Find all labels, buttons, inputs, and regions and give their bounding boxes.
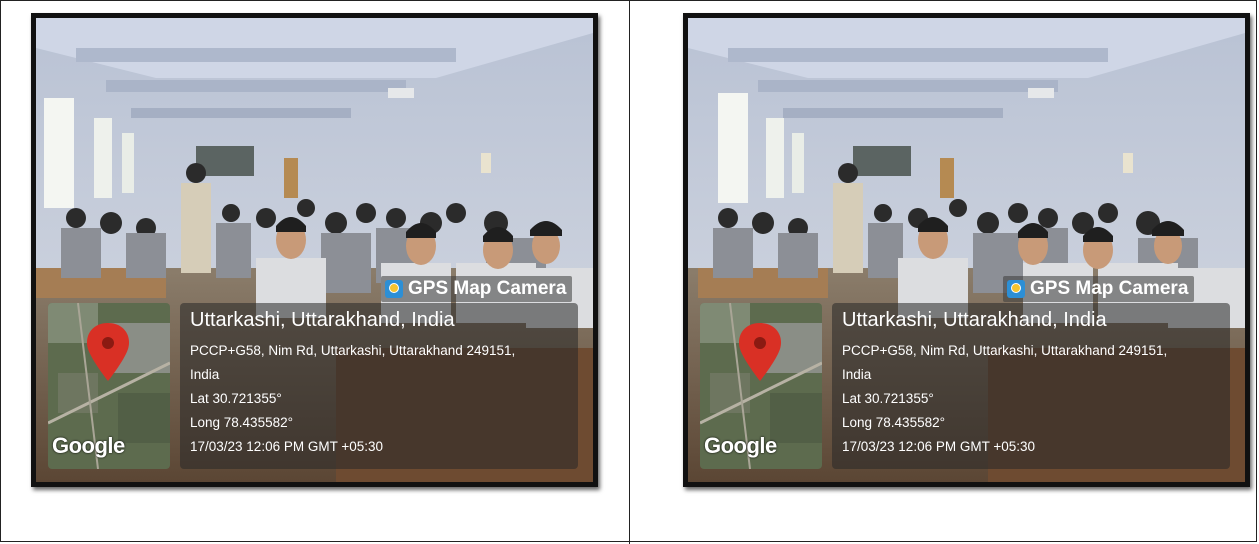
app-label-text: GPS Map Camera [408, 278, 567, 299]
location-title: Uttarkashi, Uttarakhand, India [842, 309, 1107, 331]
gps-map-camera-label: GPS Map Camera [381, 276, 573, 302]
satellite-map-thumbnail: Google [700, 303, 822, 469]
classroom-photo-2: GPS Map Camera Google Uttarkashi, Uttara… [683, 13, 1250, 487]
location-title: Uttarkashi, Uttarakhand, India [190, 309, 455, 331]
address-line-2: India [842, 367, 872, 382]
gps-map-camera-icon [1007, 280, 1025, 298]
timestamp-text: 17/03/23 12:06 PM GMT +05:30 [190, 439, 384, 454]
timestamp-text: 17/03/23 12:06 PM GMT +05:30 [842, 439, 1036, 454]
longitude-text: Long 78.435582° [842, 415, 945, 430]
address-line-2: India [190, 367, 220, 382]
latitude-text: Lat 30.721355° [842, 391, 934, 406]
longitude-text: Long 78.435582° [190, 415, 293, 430]
google-watermark: Google [704, 433, 777, 458]
app-label-text: GPS Map Camera [1030, 278, 1189, 299]
classroom-photo-1: GPS Map Camera Google Uttarkashi, Uttara… [31, 13, 598, 487]
address-line-1: PCCP+G58, Nim Rd, Uttarkashi, Uttarakhan… [842, 343, 1168, 358]
gps-map-camera-label: GPS Map Camera [1003, 276, 1195, 302]
address-line-1: PCCP+G58, Nim Rd, Uttarkashi, Uttarakhan… [190, 343, 516, 358]
table-cell-divider [629, 0, 630, 544]
gps-map-camera-icon [385, 280, 403, 298]
location-info-box: Uttarkashi, Uttarakhand, India PCCP+G58,… [180, 303, 578, 469]
google-watermark: Google [52, 433, 125, 458]
location-info-box: Uttarkashi, Uttarakhand, India PCCP+G58,… [832, 303, 1230, 469]
satellite-map-thumbnail: Google [48, 303, 170, 469]
latitude-text: Lat 30.721355° [190, 391, 282, 406]
